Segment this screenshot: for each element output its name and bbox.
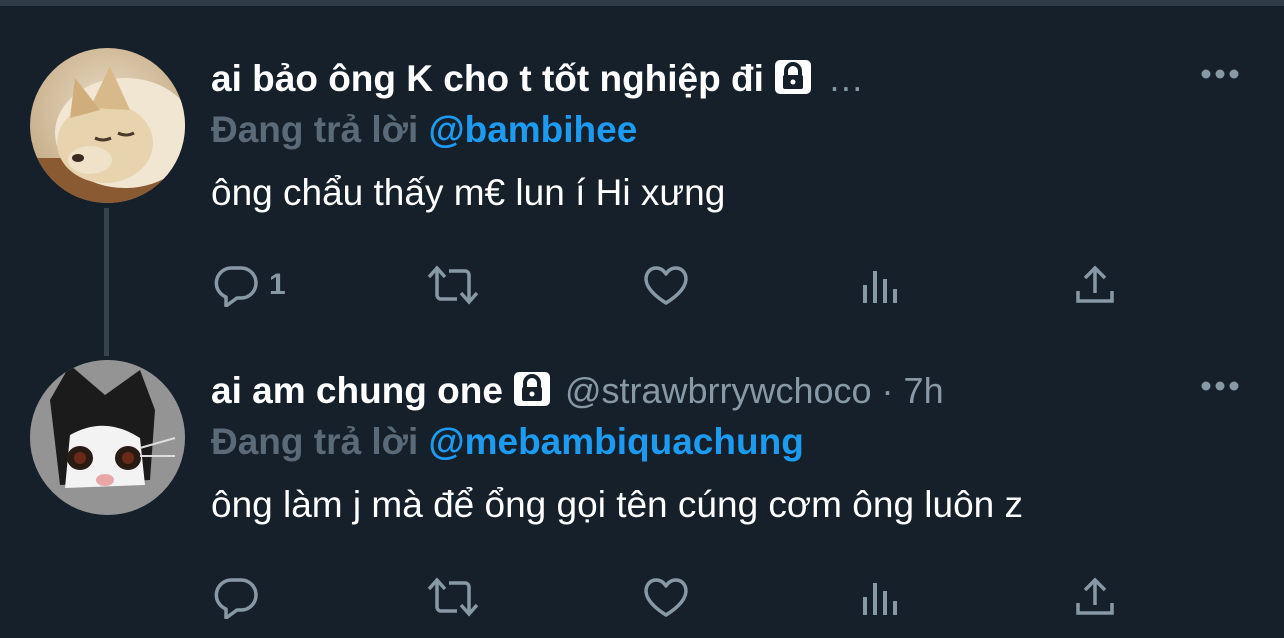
reply-mention[interactable]: @bambihee	[429, 109, 638, 150]
tweet-1[interactable]: ai bảo ông K cho t tốt nghiệp đi … Đang …	[0, 48, 1284, 356]
retweet-icon	[425, 575, 481, 619]
analytics-icon	[859, 575, 903, 619]
reply-prefix: Đang trả lời	[211, 109, 419, 150]
display-name[interactable]: ai am chung one	[211, 370, 503, 412]
tweet-actions	[211, 572, 1141, 622]
like-button[interactable]	[641, 572, 691, 622]
reply-count: 1	[269, 268, 286, 301]
truncated-handle: …	[827, 58, 866, 99]
replying-to: Đang trả lời @mebambiquachung	[211, 421, 804, 463]
tweet-text: ông chẩu thấy m€ lun í Hi xưng	[211, 172, 726, 213]
reply-mention[interactable]: @mebambiquachung	[429, 421, 804, 462]
reply-button[interactable]: 1	[213, 260, 286, 310]
reply-prefix: Đang trả lời	[211, 421, 419, 462]
replying-to: Đang trả lời @bambihee	[211, 109, 637, 151]
thread-line	[104, 208, 109, 356]
reply-icon	[213, 263, 259, 307]
share-button[interactable]	[1073, 260, 1117, 310]
tweet-2[interactable]: ai am chung one @strawbrrywchoco · 7h Đa…	[0, 360, 1284, 638]
tweet-actions: 1	[211, 260, 1141, 310]
dog-avatar[interactable]	[30, 48, 185, 203]
handle-and-time[interactable]: @strawbrrywchoco · 7h	[565, 370, 944, 412]
tweet-header: ai bảo ông K cho t tốt nghiệp đi …	[211, 54, 866, 104]
analytics-icon	[859, 263, 903, 307]
more-icon[interactable]	[1200, 54, 1240, 94]
lock-icon	[513, 371, 551, 412]
tweet-header: ai am chung one @strawbrrywchoco · 7h	[211, 366, 944, 416]
share-icon	[1073, 575, 1117, 619]
display-name[interactable]: ai bảo ông K cho t tốt nghiệp đi	[211, 58, 764, 100]
lock-icon	[774, 59, 812, 100]
retweet-button[interactable]	[425, 260, 481, 310]
reply-icon	[213, 575, 259, 619]
analytics-button[interactable]	[859, 260, 903, 310]
share-button[interactable]	[1073, 572, 1117, 622]
analytics-button[interactable]	[859, 572, 903, 622]
like-icon	[641, 263, 691, 307]
retweet-button[interactable]	[425, 572, 481, 622]
retweet-icon	[425, 263, 481, 307]
tweet-text: ông làm j mà để ổng gọi tên cúng cơm ông…	[211, 484, 1024, 525]
top-divider	[0, 0, 1284, 6]
more-icon[interactable]	[1200, 366, 1240, 406]
reply-button[interactable]	[213, 572, 269, 622]
share-icon	[1073, 263, 1117, 307]
like-icon	[641, 575, 691, 619]
like-button[interactable]	[641, 260, 691, 310]
cat-avatar[interactable]	[30, 360, 185, 515]
